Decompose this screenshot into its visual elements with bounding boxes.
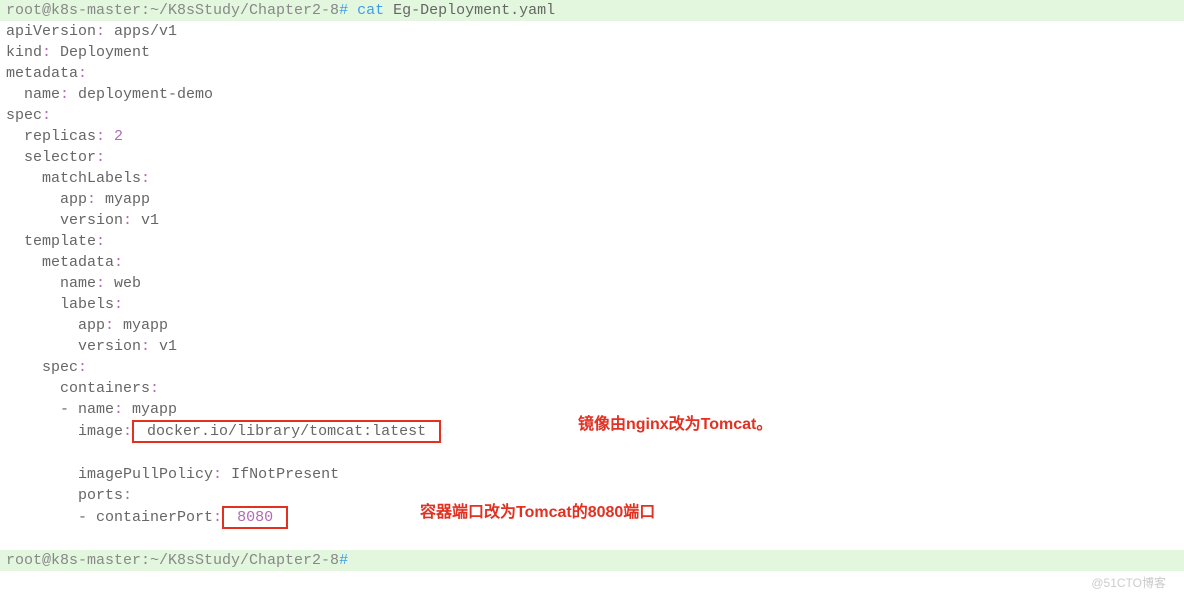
yaml-line: app: myapp	[0, 189, 1184, 210]
prompt-user: root@k8s-master	[6, 552, 141, 569]
yaml-line: metadata:	[0, 252, 1184, 273]
yaml-line: app: myapp	[0, 315, 1184, 336]
yaml-line: apiVersion: apps/v1	[0, 21, 1184, 42]
prompt-hash: #	[339, 552, 348, 569]
prompt-path: :~/K8sStudy/Chapter2-8	[141, 552, 339, 569]
yaml-line: spec:	[0, 357, 1184, 378]
watermark: @51CTO博客	[1091, 573, 1166, 594]
yaml-line: containers:	[0, 378, 1184, 399]
command-cat: cat	[357, 2, 384, 19]
highlight-image: docker.io/library/tomcat:latest	[132, 420, 441, 443]
prompt-line-1: root@k8s-master:~/K8sStudy/Chapter2-8# c…	[0, 0, 1184, 21]
yaml-line: selector:	[0, 147, 1184, 168]
yaml-line: labels:	[0, 294, 1184, 315]
yaml-line: matchLabels:	[0, 168, 1184, 189]
yaml-line-image: image: docker.io/library/tomcat:latest 镜…	[0, 420, 1184, 464]
highlight-port: 8080	[222, 506, 288, 529]
yaml-line: name: web	[0, 273, 1184, 294]
yaml-line: name: deployment-demo	[0, 84, 1184, 105]
annotation-port: 容器端口改为Tomcat的8080端口	[420, 502, 655, 523]
prompt-user: root@k8s-master	[6, 2, 141, 19]
yaml-line: version: v1	[0, 336, 1184, 357]
prompt-line-2[interactable]: root@k8s-master:~/K8sStudy/Chapter2-8#	[0, 550, 1184, 571]
yaml-line: metadata:	[0, 63, 1184, 84]
yaml-line: imagePullPolicy: IfNotPresent	[0, 464, 1184, 485]
annotation-image: 镜像由nginx改为Tomcat。	[578, 414, 772, 435]
yaml-line: spec:	[0, 105, 1184, 126]
yaml-line: kind: Deployment	[0, 42, 1184, 63]
command-arg: Eg-Deployment.yaml	[393, 2, 555, 19]
prompt-hash: #	[339, 2, 348, 19]
yaml-line: version: v1	[0, 210, 1184, 231]
yaml-line: replicas: 2	[0, 126, 1184, 147]
yaml-line-port: - containerPort: 8080 容器端口改为Tomcat的8080端…	[0, 506, 1184, 550]
yaml-line: template:	[0, 231, 1184, 252]
prompt-path: :~/K8sStudy/Chapter2-8	[141, 2, 339, 19]
